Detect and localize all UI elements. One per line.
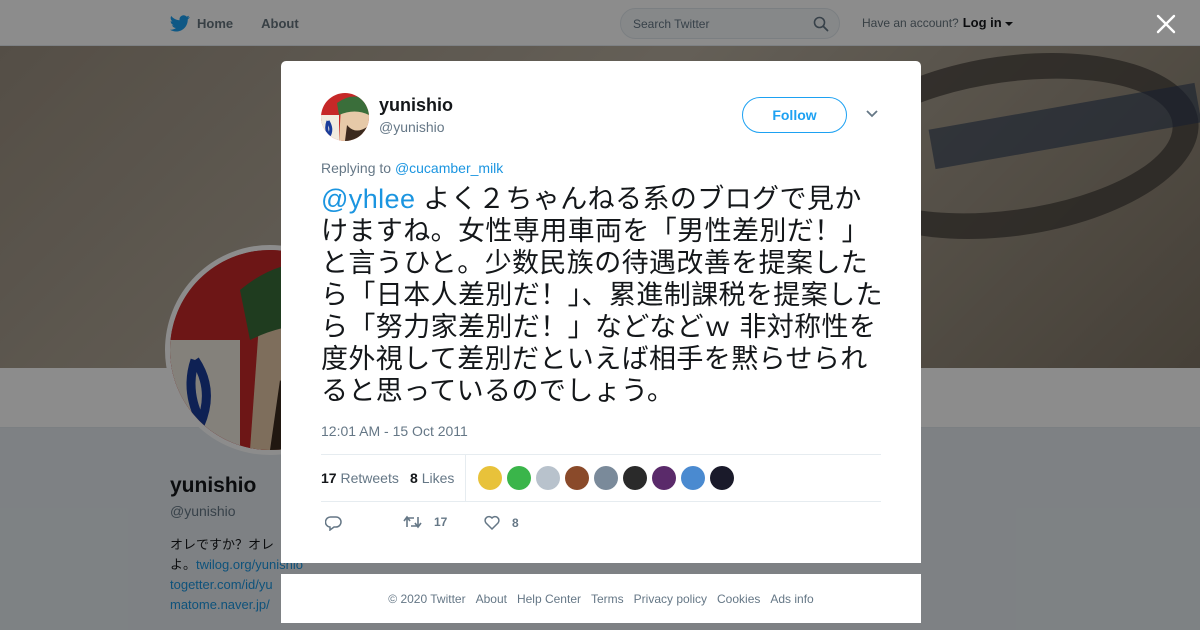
retweet-icon	[403, 515, 422, 529]
retweets-stat[interactable]: 17 Retweets	[321, 470, 399, 486]
tweet-timestamp[interactable]: 12:01 AM - 15 Oct 2011	[321, 423, 468, 439]
liker-avatar[interactable]	[623, 466, 647, 490]
author-avatar[interactable]	[321, 93, 369, 141]
author-handle[interactable]: @yunishio	[379, 119, 445, 135]
likes-count: 8	[410, 470, 418, 486]
footer-link[interactable]: Privacy policy	[634, 592, 707, 606]
liker-avatar[interactable]	[710, 466, 734, 490]
retweets-count: 17	[321, 470, 337, 486]
chevron-down-icon[interactable]	[865, 109, 879, 119]
close-icon[interactable]	[1154, 12, 1178, 36]
tweet-actions: 17 8	[321, 513, 881, 537]
liker-avatar[interactable]	[594, 466, 618, 490]
follow-button[interactable]: Follow	[742, 97, 847, 133]
author-name[interactable]: yunishio	[379, 95, 453, 116]
copyright: © 2020 Twitter	[388, 591, 466, 606]
liker-avatar[interactable]	[652, 466, 676, 490]
footer-link[interactable]: Ads info	[770, 592, 813, 606]
footer-link[interactable]: Cookies	[717, 592, 760, 606]
likes-label: Likes	[421, 470, 455, 486]
like-count: 8	[512, 515, 519, 530]
liker-avatar[interactable]	[507, 466, 531, 490]
footer-link[interactable]: About	[476, 592, 507, 606]
like-button[interactable]: 8	[484, 515, 519, 530]
tweet-text: @yhlee よく２ちゃんねる系のブログで見かけますね。女性専用車両を「男性差別…	[321, 183, 886, 407]
replying-to: Replying to @cucamber_milk	[321, 160, 503, 176]
likes-stat[interactable]: 8 Likes	[410, 470, 454, 486]
retweet-count: 17	[434, 515, 448, 529]
liker-avatar[interactable]	[536, 466, 560, 490]
liker-avatar[interactable]	[681, 466, 705, 490]
footer-link[interactable]: Help Center	[517, 592, 581, 606]
reply-button[interactable]	[325, 515, 354, 531]
liker-avatars	[478, 466, 739, 490]
divider	[465, 455, 466, 502]
tweet-stats: 17 Retweets 8 Likes	[321, 454, 881, 502]
heart-icon	[484, 515, 500, 530]
liker-avatar[interactable]	[565, 466, 589, 490]
replying-to-link[interactable]: @cucamber_milk	[395, 160, 503, 176]
tweet-body: よく２ちゃんねる系のブログで見かけますね。女性専用車両を「男性差別だ！」と言うひ…	[321, 184, 883, 406]
footer: © 2020 Twitter About Help Center Terms Priv…	[281, 574, 921, 623]
footer-link[interactable]: Terms	[591, 592, 624, 606]
reply-icon	[325, 516, 342, 531]
tweet-modal: yunishio @yunishio Follow Replying to @c…	[281, 61, 921, 563]
retweets-label: Retweets	[340, 470, 399, 486]
mention-link[interactable]: @yhlee	[321, 184, 415, 214]
liker-avatar[interactable]	[478, 466, 502, 490]
replying-label: Replying to	[321, 160, 392, 176]
retweet-button[interactable]: 17	[403, 515, 447, 529]
